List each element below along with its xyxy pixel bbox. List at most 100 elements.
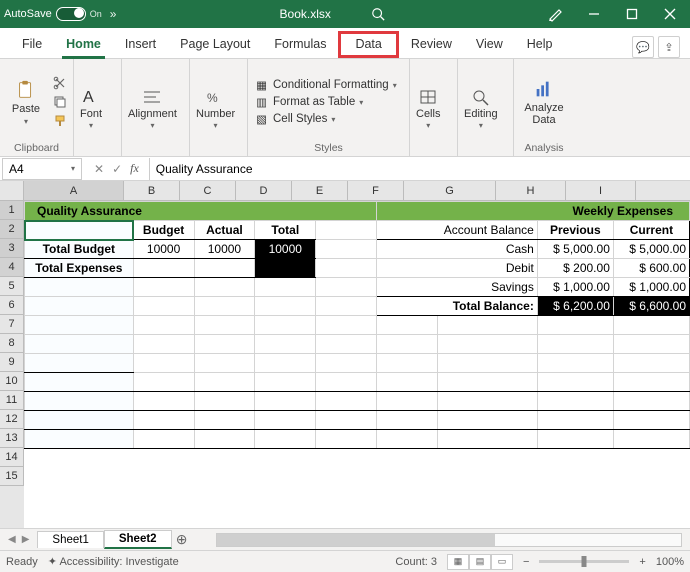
format-painter-icon[interactable] xyxy=(52,114,67,129)
cell[interactable]: Account Balance xyxy=(377,221,538,240)
cell[interactable] xyxy=(377,335,438,354)
tab-help[interactable]: Help xyxy=(515,31,565,58)
cell[interactable] xyxy=(377,392,438,411)
cell[interactable] xyxy=(194,354,255,373)
accessibility-status[interactable]: ✦ Accessibility: Investigate xyxy=(48,555,179,568)
cell[interactable] xyxy=(437,411,537,430)
cell[interactable]: Debit xyxy=(377,259,538,278)
cell-styles-button[interactable]: ▧Cell Styles▾ xyxy=(254,112,397,127)
cell[interactable] xyxy=(316,240,377,259)
col-header[interactable]: G xyxy=(404,181,496,200)
row-header[interactable]: 11 xyxy=(0,391,24,410)
cell[interactable]: Savings xyxy=(377,278,538,297)
cell[interactable] xyxy=(537,392,613,411)
share-icon[interactable]: ⇪ xyxy=(658,36,680,58)
row-header[interactable]: 14 xyxy=(0,448,24,467)
cells-table[interactable]: Quality AssuranceWeekly Expenses Budget … xyxy=(24,201,690,449)
row-header[interactable]: 7 xyxy=(0,315,24,334)
tab-home[interactable]: Home xyxy=(54,31,113,58)
cell[interactable] xyxy=(437,392,537,411)
alignment-group-button[interactable]: Alignment ▾ xyxy=(128,87,177,130)
cells-group-button[interactable]: Cells ▾ xyxy=(416,87,440,130)
number-group-button[interactable]: % Number ▾ xyxy=(196,87,235,130)
conditional-formatting-button[interactable]: ▦Conditional Formatting▾ xyxy=(254,78,397,93)
cell[interactable]: 10000 xyxy=(255,240,316,259)
cell[interactable]: $ 6,200.00 xyxy=(537,297,613,316)
cell[interactable] xyxy=(255,259,316,278)
format-as-table-button[interactable]: ▥Format as Table▾ xyxy=(254,95,397,110)
cell[interactable] xyxy=(133,316,194,335)
cell[interactable]: $ 5,000.00 xyxy=(537,240,613,259)
cell[interactable] xyxy=(255,392,316,411)
fx-icon[interactable]: fx xyxy=(130,161,139,176)
row-header[interactable]: 13 xyxy=(0,429,24,448)
cell[interactable] xyxy=(194,373,255,392)
cell[interactable] xyxy=(25,392,134,411)
copy-icon[interactable] xyxy=(52,95,67,110)
row-header[interactable]: 9 xyxy=(0,353,24,372)
row-header[interactable]: 4 xyxy=(0,258,24,277)
cell[interactable] xyxy=(537,354,613,373)
col-header[interactable]: A xyxy=(24,181,124,200)
comments-icon[interactable]: 💬 xyxy=(632,36,654,58)
cell[interactable] xyxy=(316,316,377,335)
cell[interactable] xyxy=(255,335,316,354)
tab-insert[interactable]: Insert xyxy=(113,31,168,58)
row-header[interactable]: 6 xyxy=(0,296,24,315)
cell[interactable] xyxy=(25,316,134,335)
autosave-toggle[interactable] xyxy=(56,7,86,21)
col-header[interactable]: F xyxy=(348,181,404,200)
cell[interactable] xyxy=(133,430,194,449)
analyze-data-button[interactable]: Analyze Data xyxy=(520,78,568,126)
cell[interactable] xyxy=(613,411,689,430)
cell[interactable] xyxy=(316,335,377,354)
cell[interactable] xyxy=(25,430,134,449)
cell[interactable] xyxy=(437,430,537,449)
sheet-tab[interactable]: Sheet1 xyxy=(37,531,103,548)
cell[interactable]: $ 600.00 xyxy=(613,259,689,278)
cell[interactable] xyxy=(133,411,194,430)
cell[interactable] xyxy=(613,316,689,335)
cell[interactable] xyxy=(25,278,134,297)
cell[interactable] xyxy=(25,373,134,392)
cell[interactable]: Total xyxy=(255,221,316,240)
cell[interactable]: $ 5,000.00 xyxy=(613,240,689,259)
search-icon[interactable] xyxy=(371,7,385,21)
cell[interactable] xyxy=(255,430,316,449)
cell[interactable] xyxy=(316,221,377,240)
autosave-control[interactable]: AutoSave On xyxy=(4,7,102,21)
tab-data[interactable]: Data xyxy=(338,31,398,58)
view-page-break-button[interactable]: ▭ xyxy=(491,554,513,570)
col-header[interactable]: E xyxy=(292,181,348,200)
cell[interactable] xyxy=(316,278,377,297)
cell[interactable] xyxy=(316,430,377,449)
cell[interactable]: $ 1,000.00 xyxy=(537,278,613,297)
banner-left[interactable]: Quality Assurance xyxy=(25,202,377,221)
cell[interactable] xyxy=(194,278,255,297)
tab-view[interactable]: View xyxy=(464,31,515,58)
cell[interactable] xyxy=(133,373,194,392)
cell[interactable] xyxy=(377,411,438,430)
cell[interactable] xyxy=(613,373,689,392)
cell[interactable] xyxy=(316,259,377,278)
cell[interactable]: Previous xyxy=(537,221,613,240)
cell[interactable]: Total Budget xyxy=(25,240,134,259)
row-header[interactable]: 3 xyxy=(0,239,24,258)
row-header[interactable]: 12 xyxy=(0,410,24,429)
tab-page-layout[interactable]: Page Layout xyxy=(168,31,262,58)
cell[interactable]: 10000 xyxy=(194,240,255,259)
col-header[interactable]: I xyxy=(566,181,636,200)
cell[interactable] xyxy=(316,392,377,411)
cell[interactable]: Total Balance: xyxy=(377,297,538,316)
cell[interactable] xyxy=(613,430,689,449)
cell[interactable] xyxy=(194,411,255,430)
cell[interactable] xyxy=(255,297,316,316)
cell[interactable] xyxy=(437,354,537,373)
cell[interactable] xyxy=(133,297,194,316)
row-header[interactable]: 8 xyxy=(0,334,24,353)
sheet-nav-prev-icon[interactable]: ◀ xyxy=(8,534,16,545)
cell[interactable] xyxy=(437,373,537,392)
cut-icon[interactable] xyxy=(52,76,67,91)
sheet-nav-next-icon[interactable]: ▶ xyxy=(22,534,30,545)
cell[interactable]: $ 6,600.00 xyxy=(613,297,689,316)
